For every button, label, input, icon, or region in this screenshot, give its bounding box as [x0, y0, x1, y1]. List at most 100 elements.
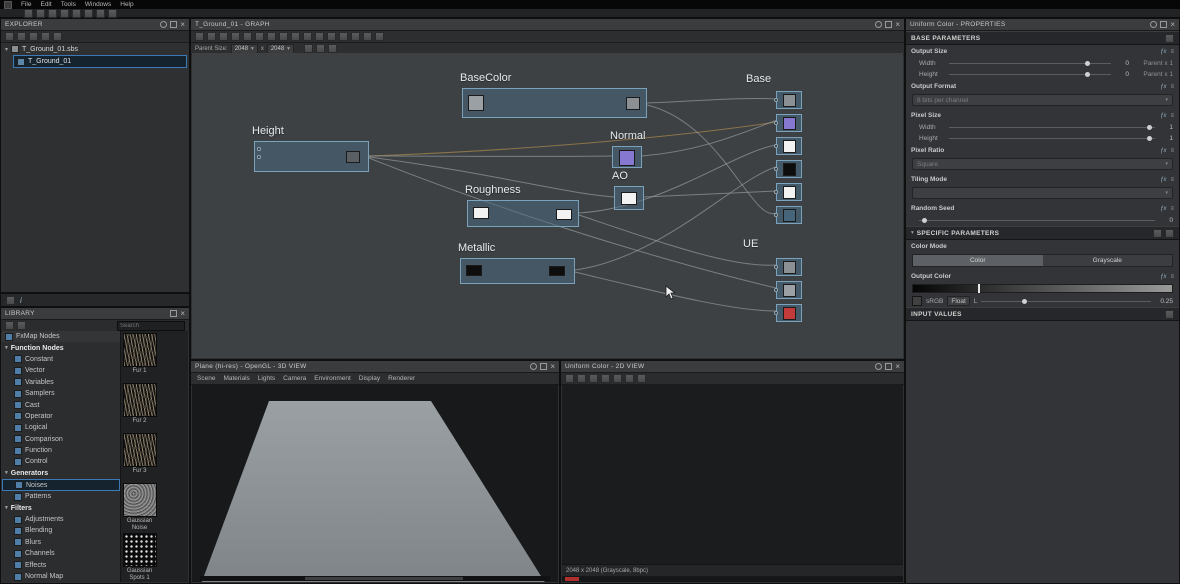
- import-icon[interactable]: [29, 32, 38, 41]
- float-icon[interactable]: [885, 363, 893, 370]
- menu-icon[interactable]: ≡: [1170, 49, 1174, 55]
- caret-icon[interactable]: ▾: [5, 505, 8, 511]
- close-icon[interactable]: ×: [180, 309, 185, 317]
- select-icon[interactable]: [195, 32, 204, 41]
- section-menu-icon[interactable]: [1165, 33, 1174, 43]
- thumbnail-fur-1[interactable]: Fur 1: [122, 333, 157, 381]
- float-icon[interactable]: [885, 21, 893, 28]
- info-icon[interactable]: [625, 374, 634, 383]
- thumbnail-fur-3[interactable]: Fur 3: [122, 433, 157, 481]
- input-port-icon[interactable]: [774, 98, 778, 102]
- library-tree-item-comparison[interactable]: Comparison: [2, 434, 120, 445]
- filter-icon[interactable]: [53, 32, 62, 41]
- frame-icon[interactable]: [243, 32, 252, 41]
- input-port-icon[interactable]: [774, 167, 778, 171]
- comment-icon[interactable]: [231, 32, 240, 41]
- library-tree-item-channels[interactable]: Channels: [2, 548, 120, 559]
- tile-icon[interactable]: [589, 374, 598, 383]
- horizontal-scrollbar[interactable]: [200, 576, 550, 581]
- specific-parameters-header[interactable]: ▾ SPECIFIC PARAMETERS: [906, 226, 1179, 240]
- float-icon[interactable]: [170, 310, 178, 317]
- menu-tools[interactable]: Tools: [61, 1, 76, 8]
- library-tree-item-function-nodes[interactable]: ▾ Function Nodes: [2, 342, 120, 353]
- timeline-marker[interactable]: [565, 577, 579, 581]
- input-port-icon[interactable]: [774, 144, 778, 148]
- graph-node-roughness[interactable]: [467, 200, 579, 227]
- library-tree-item-control[interactable]: Control: [2, 456, 120, 467]
- function-icon[interactable]: ƒx: [1160, 148, 1166, 154]
- scrollbar-thumb[interactable]: [305, 577, 463, 580]
- open-icon[interactable]: [36, 8, 45, 18]
- zoom-fit-icon[interactable]: [303, 32, 312, 41]
- close-icon[interactable]: ×: [895, 20, 900, 28]
- input-port-icon[interactable]: [257, 147, 261, 151]
- export-icon[interactable]: [577, 374, 586, 383]
- input-values-header[interactable]: INPUT VALUES: [906, 307, 1179, 321]
- height-dropdown[interactable]: 2048 ▾: [266, 43, 294, 54]
- function-icon[interactable]: ƒx: [1160, 49, 1166, 55]
- luminance-gradient-bar[interactable]: [912, 284, 1173, 293]
- undo-icon[interactable]: [60, 8, 69, 18]
- input-port-icon[interactable]: [774, 213, 778, 217]
- menu-icon[interactable]: ≡: [1170, 148, 1174, 154]
- function-icon[interactable]: ƒx: [1160, 206, 1166, 212]
- new-folder-icon[interactable]: [17, 32, 26, 41]
- view2d-scrollbar[interactable]: [562, 576, 903, 582]
- library-tree-item-samplers[interactable]: Samplers: [2, 388, 120, 399]
- base-parameters-header[interactable]: BASE PARAMETERS: [906, 31, 1179, 45]
- graph-node-normal[interactable]: [612, 146, 642, 168]
- library-tree-item-adjustments[interactable]: Adjustments: [2, 514, 120, 525]
- library-tree-item-operator[interactable]: Operator: [2, 411, 120, 422]
- filter-icon[interactable]: [363, 32, 372, 41]
- library-tree-item-logical[interactable]: Logical: [2, 422, 120, 433]
- pin-icon[interactable]: [530, 363, 538, 370]
- graph-node-metallic[interactable]: [460, 258, 575, 284]
- menu-edit[interactable]: Edit: [40, 1, 51, 8]
- link-icon[interactable]: [41, 32, 50, 41]
- expand-caret-icon[interactable]: ▾: [5, 46, 8, 53]
- zoom-out-icon[interactable]: [327, 32, 336, 41]
- section-menu-icon[interactable]: [1165, 309, 1174, 319]
- height-slider[interactable]: [949, 72, 1111, 77]
- library-tree-item-patterns[interactable]: Patterns: [2, 491, 120, 502]
- width-dropdown[interactable]: 2048 ▾: [230, 43, 258, 54]
- pixel-height-slider[interactable]: [949, 136, 1155, 141]
- pin-icon[interactable]: [1150, 21, 1158, 28]
- color-swatch[interactable]: [912, 296, 922, 306]
- thumbnail-gaussian-noise[interactable]: Gaussian Noise: [122, 483, 157, 531]
- align-h-icon[interactable]: [267, 32, 276, 41]
- paste-icon[interactable]: [108, 8, 117, 18]
- view3d-menu-display[interactable]: Display: [359, 375, 380, 382]
- pin-icon[interactable]: [255, 32, 264, 41]
- random-seed-slider[interactable]: [919, 218, 1155, 223]
- pixel-ratio-dropdown[interactable]: Square ▾: [912, 158, 1173, 170]
- copy-icon[interactable]: [96, 8, 105, 18]
- input-port-icon[interactable]: [774, 121, 778, 125]
- luminance-slider[interactable]: [981, 298, 1151, 304]
- view3d-viewport[interactable]: [192, 384, 558, 582]
- properties-titlebar[interactable]: Uniform Color - PROPERTIES ×: [906, 19, 1179, 31]
- library-tree-item-cast[interactable]: Cast: [2, 399, 120, 410]
- library-tree-item-variables[interactable]: Variables: [2, 377, 120, 388]
- library-tree-item-fxmap-nodes[interactable]: FxMap Nodes: [2, 331, 120, 343]
- library-tree-item-blending[interactable]: Blending: [2, 525, 120, 536]
- search-icon[interactable]: [351, 32, 360, 41]
- save-icon[interactable]: [565, 374, 574, 383]
- function-icon[interactable]: ƒx: [1160, 177, 1166, 183]
- input-port-icon[interactable]: [774, 288, 778, 292]
- view3d-menu-camera[interactable]: Camera: [283, 375, 306, 382]
- info-icon[interactable]: i: [20, 296, 22, 305]
- library-tree-item-generators[interactable]: ▾ Generators: [2, 468, 120, 479]
- menu-windows[interactable]: Windows: [85, 1, 111, 8]
- refresh-icon[interactable]: [303, 44, 313, 53]
- pin-icon[interactable]: [875, 363, 883, 370]
- output-format-dropdown[interactable]: 8 bits per channel ▾: [912, 94, 1173, 106]
- close-icon[interactable]: ×: [180, 20, 185, 28]
- output-node-base-2[interactable]: [774, 137, 802, 155]
- width-slider[interactable]: [949, 61, 1111, 66]
- pixel-width-slider[interactable]: [949, 125, 1155, 130]
- close-icon[interactable]: ×: [550, 362, 555, 370]
- library-tree-item-constant[interactable]: Constant: [2, 354, 120, 365]
- graph-node-height[interactable]: [254, 141, 369, 172]
- explorer-graph-row[interactable]: T_Ground_01: [13, 55, 187, 68]
